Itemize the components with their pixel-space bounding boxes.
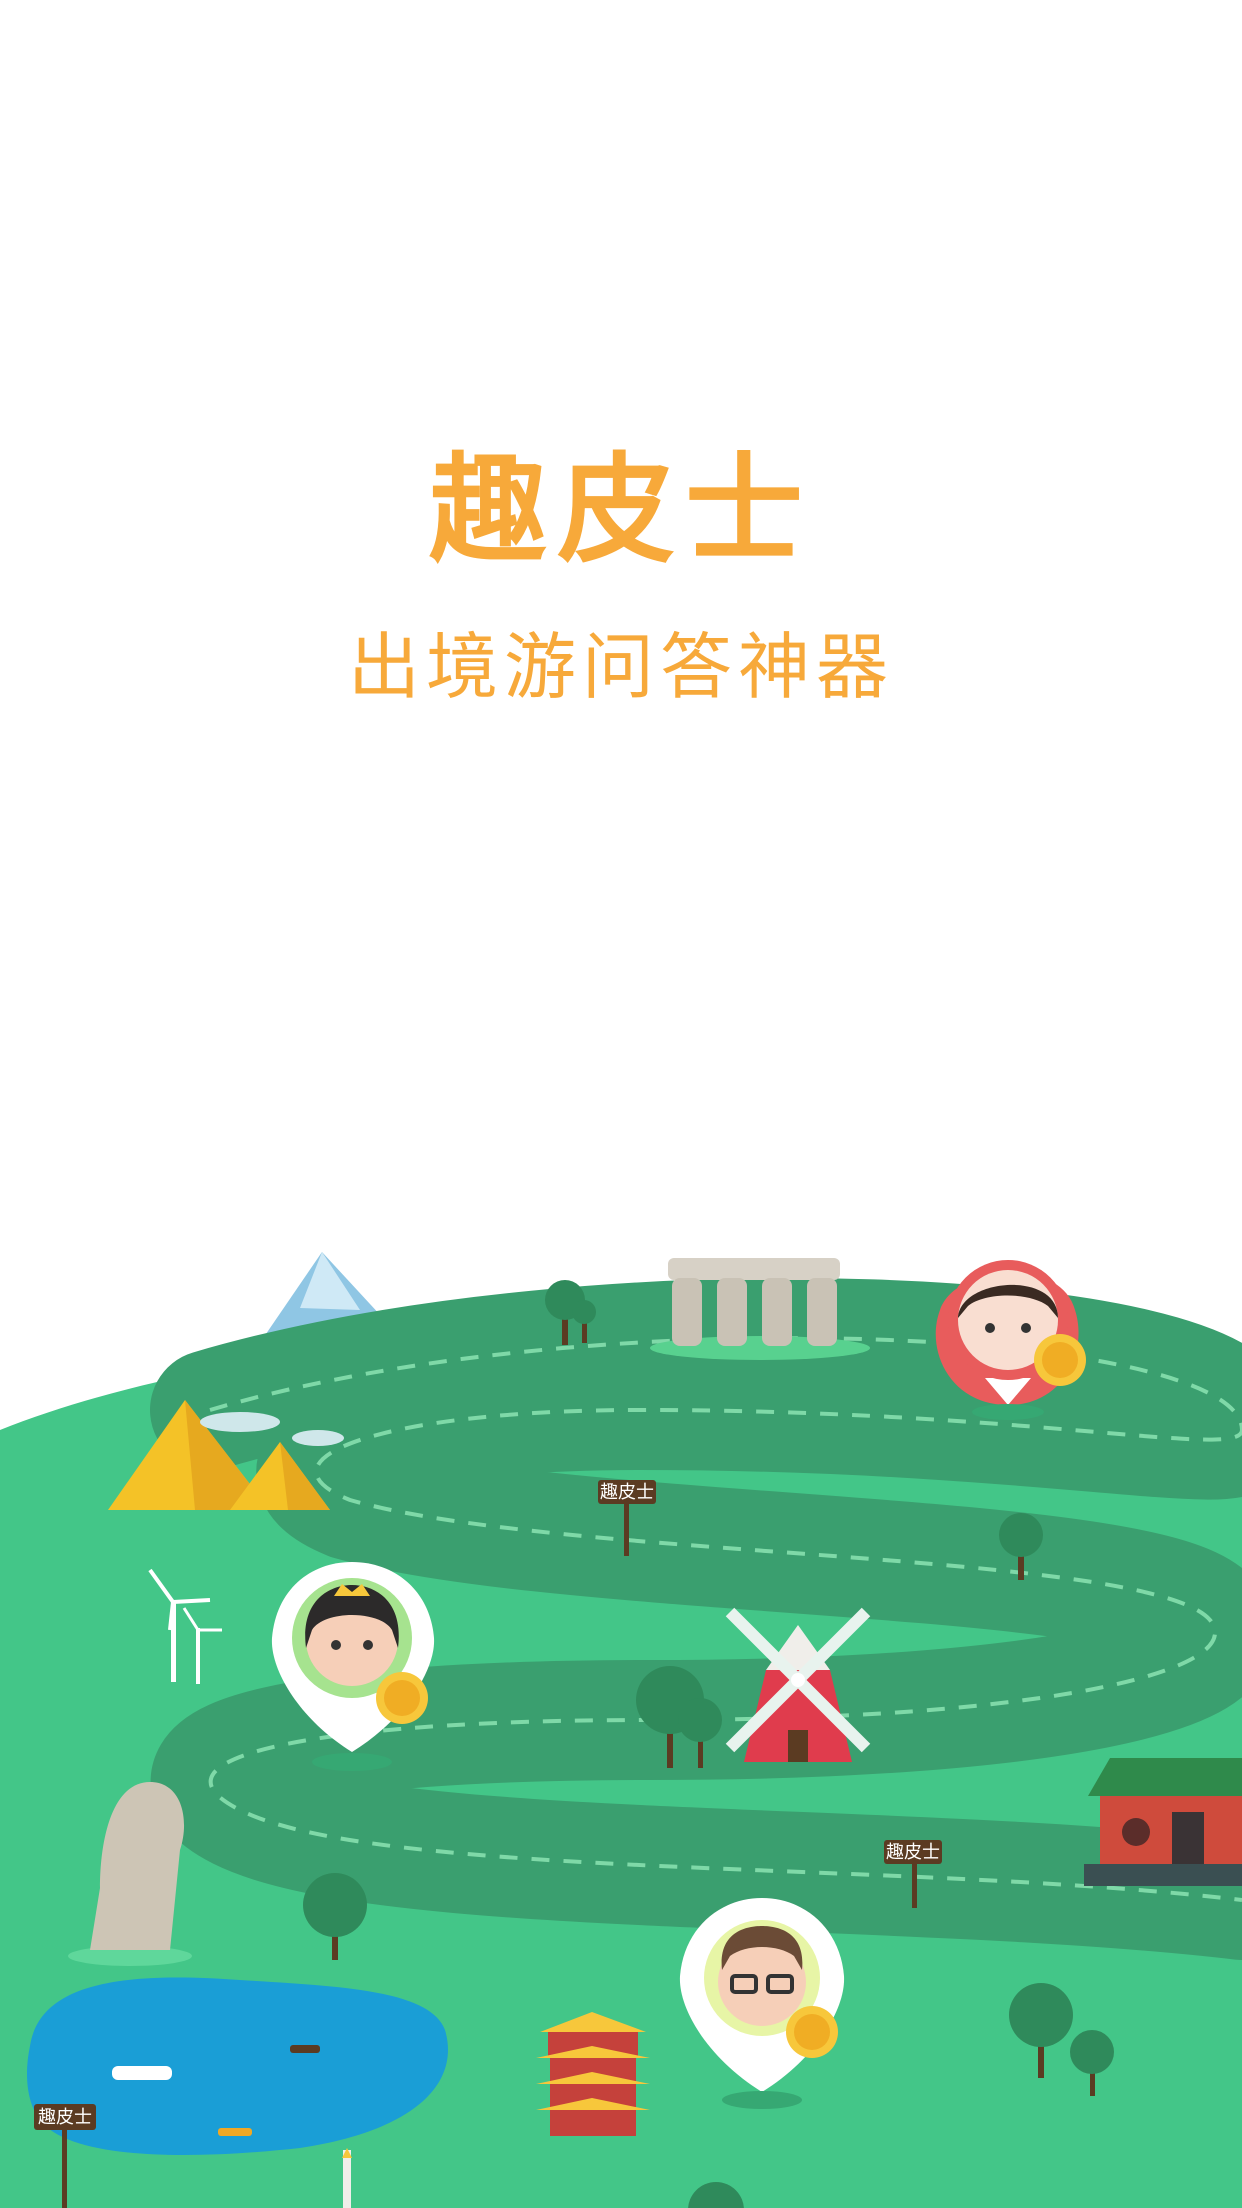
brand-block: 趣皮士 出境游问答神器 (0, 440, 1242, 712)
tower-icon (342, 2148, 352, 2208)
travel-map-illustration: 趣皮士 趣皮士 趣皮士 (0, 1252, 1242, 2208)
pagoda-icon (536, 2012, 650, 2136)
app-title: 趣皮士 (428, 441, 813, 579)
temple-icon (1084, 1758, 1242, 1886)
signpost-label: 趣皮士 (600, 1482, 654, 1503)
signpost-label: 趣皮士 (886, 1842, 940, 1863)
signpost-label: 趣皮士 (38, 2107, 92, 2128)
splash-screen: 趣皮士 出境游问答神器 趣皮士 趣皮士 趣皮士 (0, 0, 1242, 2208)
app-tagline: 出境游问答神器 (347, 625, 894, 709)
